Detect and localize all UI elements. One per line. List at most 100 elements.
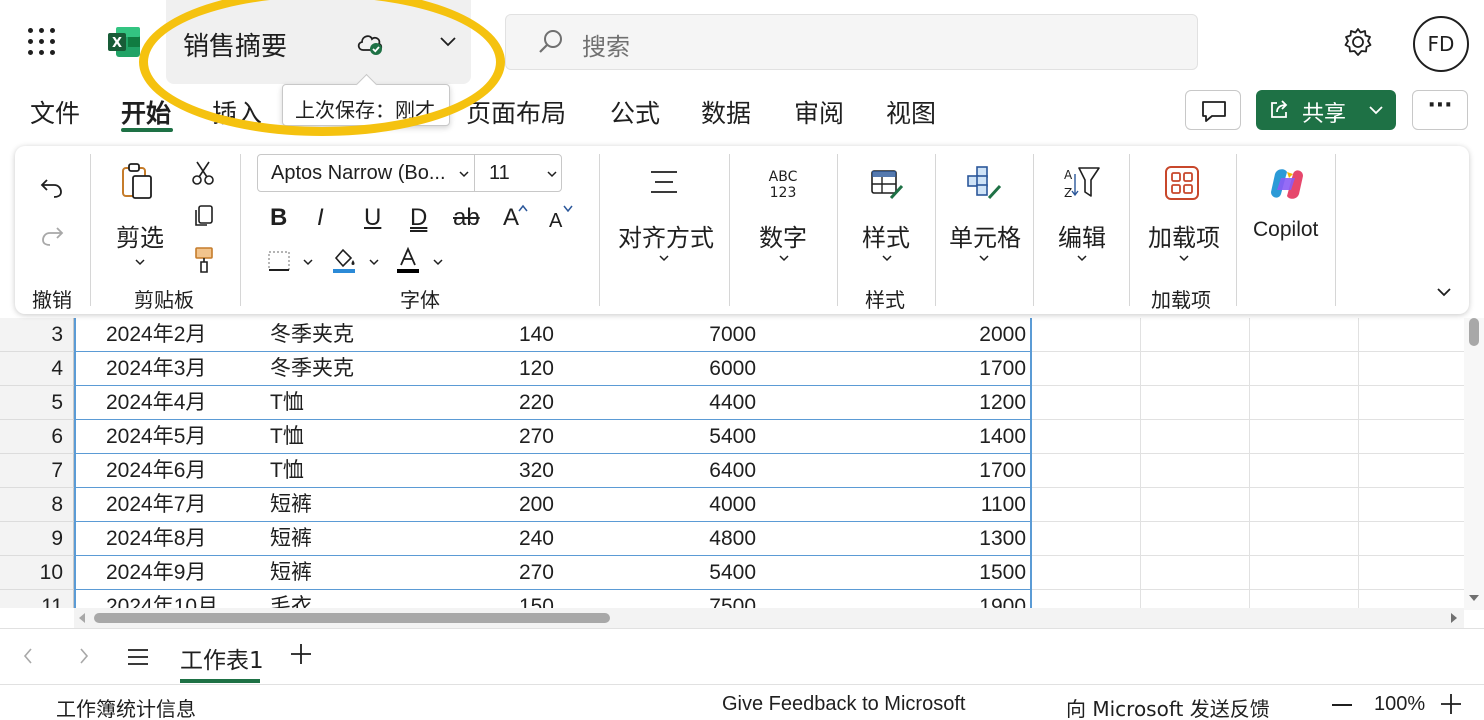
row-header[interactable]: 10	[0, 556, 74, 590]
chevron-down-icon[interactable]	[438, 34, 458, 48]
document-title[interactable]: 销售摘要	[183, 26, 287, 63]
zoom-out-button[interactable]	[1332, 704, 1352, 706]
add-ins-label[interactable]: 加载项	[1148, 218, 1220, 253]
cells-icon[interactable]	[965, 164, 1003, 202]
copilot-label[interactable]: Copilot	[1253, 218, 1318, 242]
spreadsheet-grid[interactable]: 3 2024年2月 冬季夹克 140 7000 2000 4 2024年3月 冬季夹克 120 60…	[0, 318, 1484, 608]
fill-color-icon[interactable]	[331, 246, 357, 274]
sheet-tab-1[interactable]: 工作表1	[180, 641, 264, 675]
editing-label[interactable]: 编辑	[1058, 218, 1106, 253]
search-input[interactable]: 搜索	[505, 14, 1198, 70]
tab-formulas[interactable]: 公式	[610, 94, 660, 130]
borders-icon[interactable]	[267, 250, 291, 272]
editing-icon[interactable]: A Z	[1061, 164, 1101, 202]
ribbon-collapse-icon[interactable]	[1435, 286, 1453, 298]
feedback-link-zh[interactable]: 向 Microsoft 发送反馈	[1066, 693, 1270, 720]
cloud-saved-icon[interactable]	[354, 28, 388, 58]
add-ins-icon[interactable]	[1163, 164, 1201, 202]
row-header[interactable]: 4	[0, 352, 74, 386]
tab-file[interactable]: 文件	[30, 94, 80, 130]
font-size[interactable]: 11	[489, 162, 510, 185]
cut-icon[interactable]	[191, 160, 215, 186]
font-color-icon[interactable]	[395, 246, 421, 274]
alignment-label[interactable]: 对齐方式	[618, 218, 714, 253]
scroll-down-icon[interactable]	[1468, 594, 1480, 602]
double-underline-button[interactable]: D	[410, 204, 427, 232]
number-label[interactable]: 数字	[759, 218, 807, 253]
svg-text:Z: Z	[1064, 186, 1072, 200]
chevron-down-icon[interactable]	[302, 258, 314, 266]
next-sheet-icon[interactable]	[78, 647, 90, 665]
workbook-statistics[interactable]: 工作簿统计信息	[56, 693, 196, 720]
scroll-right-icon[interactable]	[1450, 613, 1458, 623]
italic-button[interactable]: I	[317, 204, 324, 232]
caret-up-icon	[518, 204, 528, 212]
styles-label[interactable]: 样式	[862, 218, 910, 253]
tab-view[interactable]: 视图	[886, 94, 936, 130]
font-selector[interactable]: Aptos Narrow (Bo... 11	[257, 154, 562, 192]
scroll-left-icon[interactable]	[78, 613, 86, 623]
vertical-scroll-thumb[interactable]	[1469, 318, 1479, 346]
chevron-down-icon	[459, 171, 469, 178]
add-ins-group-label: 加载项	[1151, 288, 1211, 312]
tab-data[interactable]: 数据	[701, 94, 751, 130]
chevron-down-icon[interactable]	[432, 258, 444, 266]
tab-home[interactable]: 开始	[121, 94, 171, 130]
format-painter-icon[interactable]	[193, 246, 215, 274]
cells-label[interactable]: 单元格	[949, 218, 1021, 253]
copilot-icon[interactable]	[1267, 164, 1307, 204]
row-header[interactable]: 6	[0, 420, 74, 454]
copy-icon[interactable]	[193, 204, 215, 228]
more-options-button[interactable]: ···	[1412, 90, 1468, 130]
vertical-scrollbar[interactable]	[1464, 318, 1484, 610]
strikethrough-button[interactable]: ab	[453, 204, 480, 232]
feedback-link-en[interactable]: Give Feedback to Microsoft	[722, 693, 965, 716]
excel-logo-icon[interactable]: X	[106, 24, 142, 60]
row-header[interactable]: 7	[0, 454, 74, 488]
title-bar: X 销售摘要 搜索 FD	[0, 0, 1484, 84]
table-range	[74, 318, 1032, 608]
styles-icon[interactable]	[869, 166, 905, 202]
share-button[interactable]: 共享	[1256, 90, 1396, 130]
chevron-down-icon[interactable]	[134, 258, 146, 266]
tab-page-layout[interactable]: 页面布局	[466, 94, 566, 130]
tab-insert[interactable]: 插入	[212, 94, 262, 130]
gear-icon[interactable]	[1342, 26, 1374, 58]
row-header[interactable]: 11	[0, 590, 74, 608]
chevron-down-icon[interactable]	[778, 254, 790, 262]
zoom-level[interactable]: 100%	[1374, 693, 1425, 716]
increase-font-size-button[interactable]: A	[503, 204, 519, 232]
zoom-in-icon[interactable]	[1440, 693, 1462, 715]
chevron-down-icon[interactable]	[368, 258, 380, 266]
undo-icon[interactable]	[39, 176, 65, 200]
tab-review[interactable]: 审阅	[794, 94, 844, 130]
chevron-down-icon[interactable]	[1076, 254, 1088, 262]
row-header[interactable]: 8	[0, 488, 74, 522]
chevron-down-icon[interactable]	[978, 254, 990, 262]
row-header[interactable]: 5	[0, 386, 74, 420]
underline-button[interactable]: U	[364, 204, 381, 232]
decrease-font-size-button[interactable]: A	[549, 210, 562, 233]
paste-icon[interactable]	[119, 162, 155, 202]
clipboard-group-label: 剪贴板	[134, 288, 194, 312]
row-header[interactable]: 3	[0, 318, 74, 352]
alignment-icon[interactable]	[647, 168, 681, 196]
horizontal-scrollbar[interactable]	[74, 608, 1464, 628]
previous-sheet-icon[interactable]	[22, 647, 34, 665]
chevron-down-icon[interactable]	[658, 254, 670, 262]
chevron-down-icon[interactable]	[881, 254, 893, 262]
number-format-icon[interactable]: ABC 123	[761, 166, 805, 202]
active-sheet-indicator	[180, 679, 260, 683]
app-launcher-icon[interactable]	[28, 28, 56, 56]
paste-label[interactable]: 剪选	[116, 218, 164, 253]
avatar[interactable]: FD	[1413, 16, 1469, 72]
bold-button[interactable]: B	[270, 204, 287, 232]
horizontal-scroll-thumb[interactable]	[94, 613, 610, 623]
all-sheets-menu-icon[interactable]	[126, 647, 150, 667]
comments-button[interactable]	[1185, 90, 1241, 130]
add-sheet-icon[interactable]	[288, 641, 314, 667]
row-header[interactable]: 9	[0, 522, 74, 556]
redo-icon[interactable]	[39, 224, 65, 248]
menu-bar: 文件 开始 插入 页面布局 公式 数据 审阅 视图 共享 ···	[0, 84, 1484, 140]
chevron-down-icon[interactable]	[1178, 254, 1190, 262]
